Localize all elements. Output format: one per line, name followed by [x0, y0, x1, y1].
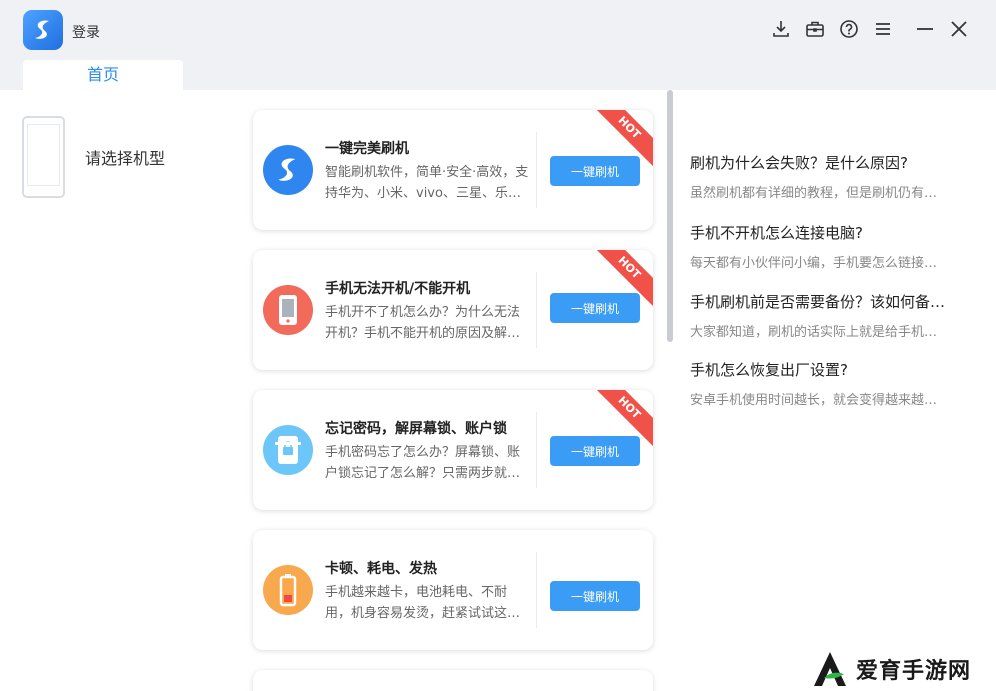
article-item[interactable]: 手机不开机怎么连接电脑? 每天都有小伙伴问小编，手机要怎么链接… [690, 222, 965, 271]
article-summary: 大家都知道，刷机的话实际上就是给手机… [690, 325, 938, 340]
toolbox-icon[interactable] [804, 18, 826, 40]
card-divider [536, 272, 537, 348]
lock-icon [263, 425, 313, 475]
battery-icon [263, 565, 313, 615]
feature-card: 卡顿、耗电、发热 手机越来越卡，电池耗电、不耐用，机身容易发烫，赶紧试试这… 一… [253, 530, 653, 650]
app-logo-icon [23, 10, 63, 50]
phone-placeholder-icon [22, 116, 65, 198]
feature-card: 忘记密码，解屏幕锁、账户锁 手机密码忘了怎么办？屏幕锁、账户锁忘记了怎么解？只需… [253, 390, 653, 510]
card-description: 手机密码忘了怎么办？屏幕锁、账户锁忘记了怎么解？只需两步就… [325, 445, 521, 481]
watermark-text: 爱育手游网 [856, 658, 972, 684]
download-icon[interactable] [770, 18, 792, 40]
feature-card [253, 670, 653, 691]
card-title: 一键完美刷机 [325, 141, 409, 157]
scrollbar-thumb[interactable] [667, 90, 673, 342]
phone-icon [263, 285, 313, 335]
article-item[interactable]: 手机刷机前是否需要备份？该如何备… 大家都知道，刷机的话实际上就是给手机… [690, 291, 965, 340]
card-description: 手机开不了机怎么办？为什么无法开机？手机不能开机的原因及解… [325, 305, 521, 341]
card-title: 忘记密码，解屏幕锁、账户锁 [325, 421, 507, 437]
model-picker-label: 请选择机型 [85, 149, 166, 168]
window-controls [770, 18, 970, 40]
feature-card: 一键完美刷机 智能刷机软件，简单·安全·高效，支持华为、小米、vivo、三星、乐… [253, 110, 653, 230]
minimize-icon[interactable] [914, 18, 936, 40]
article-title[interactable]: 手机不开机怎么连接电脑? [690, 222, 965, 243]
article-title[interactable]: 刷机为什么会失败？是什么原因? [690, 152, 965, 173]
login-link[interactable]: 登录 [72, 22, 100, 42]
article-summary: 安卓手机使用时间越长，就会变得越来越… [690, 393, 938, 408]
card-divider [536, 552, 537, 628]
title-bar: 登录 首页 [0, 0, 996, 90]
one-click-flash-button[interactable]: 一键刷机 [550, 293, 640, 323]
scrollbar[interactable] [664, 90, 674, 691]
article-item[interactable]: 刷机为什么会失败？是什么原因? 虽然刷机都有详细的教程，但是刷机仍有… [690, 152, 965, 201]
card-description: 手机越来越卡，电池耗电、不耐用，机身容易发烫，赶紧试试这… [325, 585, 521, 621]
article-summary: 每天都有小伙伴问小编，手机要怎么链接… [690, 256, 938, 271]
card-divider [536, 412, 537, 488]
card-title: 手机无法开机/不能开机 [325, 281, 471, 297]
one-click-flash-button[interactable]: 一键刷机 [550, 436, 640, 466]
article-title[interactable]: 手机怎么恢复出厂设置? [690, 359, 965, 380]
model-picker[interactable]: 请选择机型 [22, 115, 222, 199]
menu-icon[interactable] [872, 18, 894, 40]
one-click-flash-button[interactable]: 一键刷机 [550, 581, 640, 611]
article-summary: 虽然刷机都有详细的教程，但是刷机仍有… [690, 186, 938, 201]
card-divider [536, 132, 537, 208]
help-icon[interactable] [838, 18, 860, 40]
one-click-flash-button[interactable]: 一键刷机 [550, 156, 640, 186]
watermark-logo-icon [814, 651, 846, 686]
card-title: 卡顿、耗电、发热 [325, 561, 437, 577]
close-icon[interactable] [948, 18, 970, 40]
card-description: 智能刷机软件，简单·安全·高效，支持华为、小米、vivo、三星、乐… [325, 165, 529, 201]
app-logo-icon [263, 145, 313, 195]
tab-home[interactable]: 首页 [23, 60, 183, 90]
article-item[interactable]: 手机怎么恢复出厂设置? 安卓手机使用时间越长，就会变得越来越… [690, 359, 965, 408]
article-title[interactable]: 手机刷机前是否需要备份？该如何备… [690, 291, 965, 312]
watermark: 爱育手游网 [810, 646, 996, 691]
feature-card: 手机无法开机/不能开机 手机开不了机怎么办？为什么无法开机？手机不能开机的原因及… [253, 250, 653, 370]
